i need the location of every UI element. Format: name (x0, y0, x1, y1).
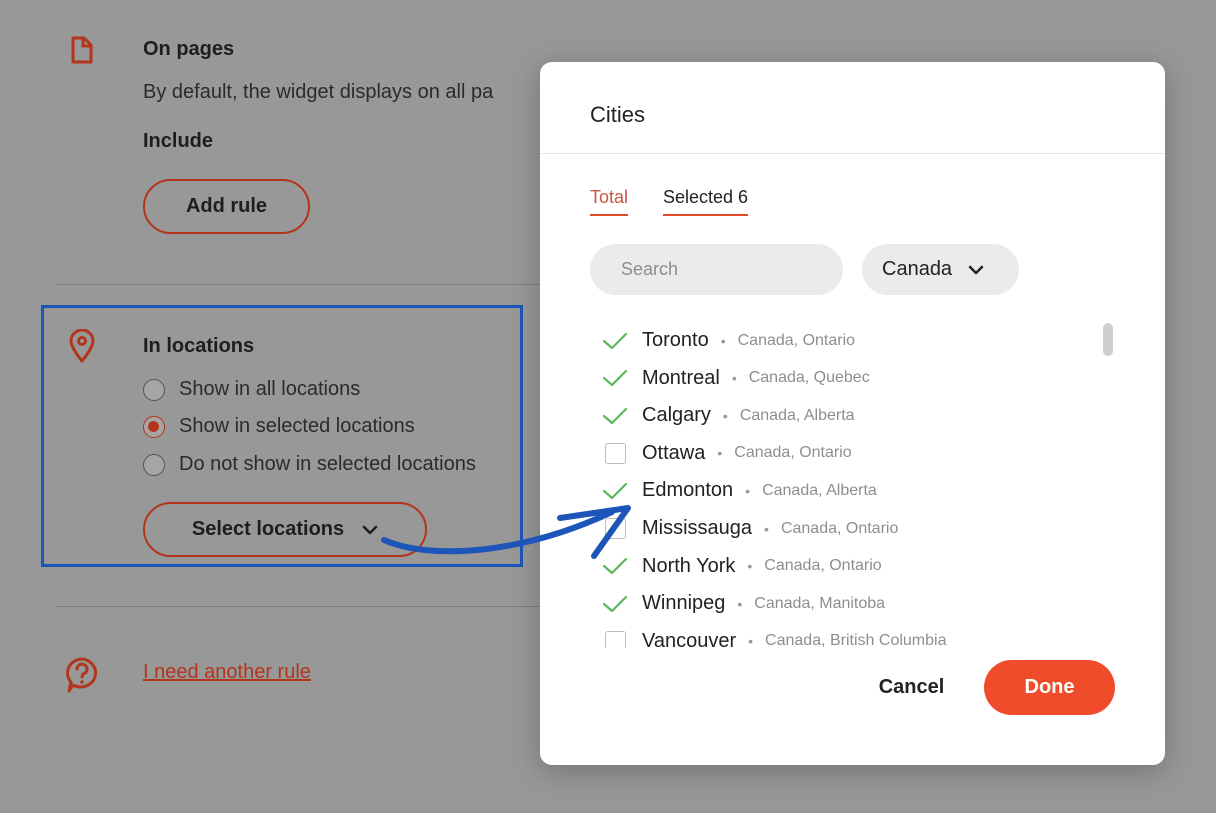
modal-title: Cities (590, 102, 646, 127)
city-row[interactable]: North York • Canada, Ontario (590, 548, 882, 585)
cancel-button[interactable]: Cancel (860, 660, 963, 715)
separator-dot: • (745, 482, 751, 499)
chevron-down-icon (968, 265, 984, 274)
checkbox[interactable] (590, 435, 642, 472)
city-row[interactable]: Mississauga • Canada, Ontario (590, 510, 898, 547)
city-region: Canada, Ontario (734, 444, 852, 462)
cities-modal: Cities Total Selected 6 Canada Toronto•C… (540, 62, 1165, 765)
city-row[interactable]: Calgary • Canada, Alberta (590, 397, 855, 434)
city-row[interactable]: Edmonton • Canada, Alberta (590, 472, 877, 509)
city-name: Calgary (642, 404, 711, 427)
highlight-frame (41, 305, 523, 567)
checkbox[interactable] (590, 623, 642, 648)
settings-page: On pages By default, the widget displays… (0, 0, 1216, 813)
country-value: Canada (882, 258, 953, 280)
separator-dot: • (720, 332, 726, 349)
modal-header-divider (540, 153, 1165, 154)
check-icon[interactable] (590, 360, 642, 397)
section-divider (55, 284, 540, 285)
question-bubble-icon (66, 657, 98, 693)
city-row[interactable]: Montreal • Canada, Quebec (590, 360, 870, 397)
need-another-rule-link[interactable]: I need another rule (143, 661, 311, 684)
checkbox-box[interactable] (605, 518, 626, 539)
check-icon[interactable] (590, 472, 642, 509)
country-dropdown[interactable]: Canada (862, 244, 1019, 295)
tab-total[interactable]: Total (590, 187, 629, 216)
city-name: Edmonton (642, 479, 734, 502)
city-region: Canada, British Columbia (765, 632, 947, 648)
city-region: Canada, Alberta (739, 406, 855, 424)
city-name: Toronto (642, 329, 709, 351)
section-divider (55, 606, 540, 607)
city-name: Ottawa (642, 441, 706, 464)
scrollbar-thumb[interactable] (1103, 323, 1113, 356)
add-rule-button[interactable]: Add rule (143, 179, 310, 234)
on-pages-heading: On pages (143, 38, 235, 60)
document-icon (71, 36, 93, 64)
separator-dot: • (747, 558, 753, 575)
city-row[interactable]: Winnipeg • Canada, Manitoba (590, 585, 885, 622)
city-region: Canada, Alberta (762, 481, 877, 499)
checkbox-box[interactable] (605, 630, 626, 648)
check-icon[interactable] (590, 397, 642, 434)
add-rule-label: Add rule (185, 195, 268, 217)
checkbox[interactable] (590, 510, 642, 547)
check-icon[interactable] (590, 585, 642, 622)
city-row[interactable]: Ottawa • Canada, Ontario (590, 435, 852, 472)
city-region: Canada, Quebec (748, 369, 870, 387)
separator-dot: • (737, 595, 743, 612)
city-region: Canada, Ontario (764, 557, 882, 575)
separator-dot: • (748, 633, 754, 648)
city-row[interactable]: Toronto • Canada, Ontario (590, 322, 855, 359)
checkbox-box[interactable] (605, 442, 626, 464)
separator-dot: • (731, 370, 737, 387)
separator-dot: • (717, 445, 723, 462)
city-name: Montreal (642, 366, 720, 389)
search-input[interactable] (590, 244, 843, 295)
city-row[interactable]: Vancouver • Canada, British Columbia (590, 623, 946, 648)
city-name: Vancouver (642, 629, 737, 648)
city-region: Canada, Ontario (737, 331, 856, 349)
city-name: Winnipeg (642, 592, 726, 615)
tab-selected[interactable]: Selected 6 (663, 187, 749, 216)
include-label: Include (143, 130, 214, 152)
on-pages-description: By default, the widget displays on all p… (143, 81, 494, 103)
done-button[interactable]: Done (984, 660, 1115, 715)
check-icon[interactable] (590, 322, 642, 359)
separator-dot: • (764, 520, 769, 537)
separator-dot: • (722, 407, 728, 424)
city-list: Toronto • Canada, Ontario Montreal • Canada, … (590, 320, 1120, 648)
city-name: Mississauga (642, 517, 753, 539)
check-icon[interactable] (590, 548, 642, 585)
city-region: Canada, Ontario (780, 519, 899, 537)
city-name: North York (642, 554, 736, 577)
city-region: Canada, Manitoba (754, 594, 886, 612)
